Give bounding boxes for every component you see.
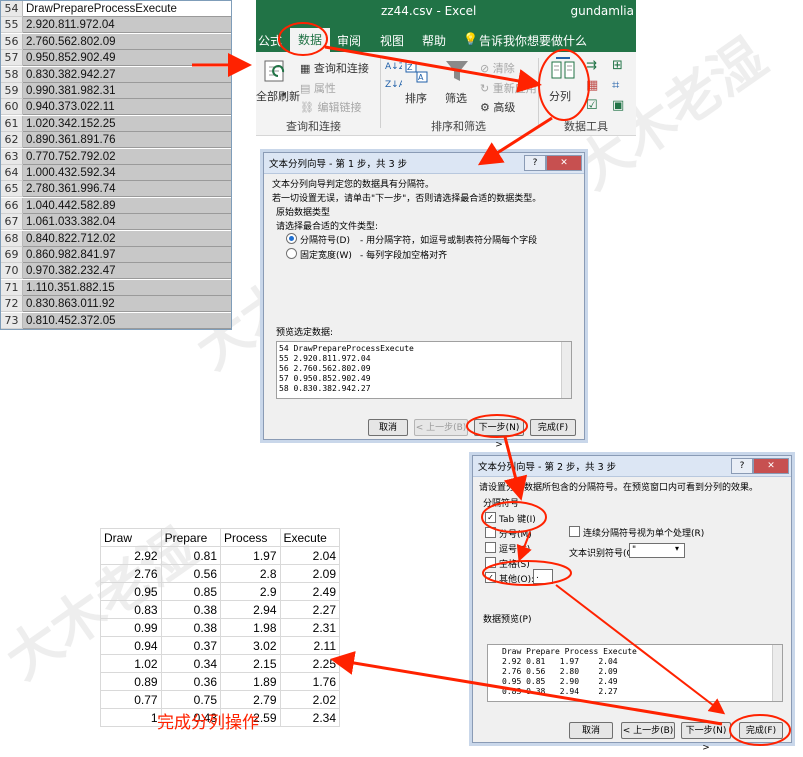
highlight-circle	[538, 49, 590, 121]
arrow	[555, 584, 726, 715]
highlight-circle	[482, 560, 572, 586]
arrow	[516, 531, 532, 562]
arrow	[324, 45, 542, 93]
highlight-circle	[729, 714, 791, 746]
arrow	[330, 651, 723, 726]
highlight-circle	[466, 414, 528, 438]
arrow	[503, 436, 528, 501]
annotation-overlay	[192, 22, 791, 746]
arrow	[477, 116, 553, 166]
highlight-circle	[481, 501, 547, 533]
highlight-circle	[278, 22, 328, 56]
